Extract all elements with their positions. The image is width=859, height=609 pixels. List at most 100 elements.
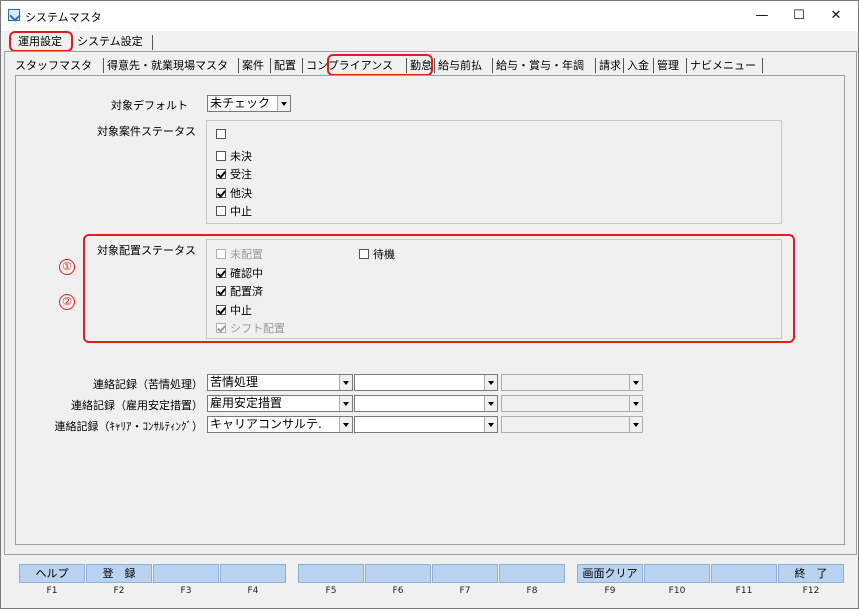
function-key-f3-button[interactable] — [153, 564, 219, 583]
sub-tab-8[interactable]: 給与・賞与・年調 — [496, 57, 584, 75]
contact-record-label: 連絡記録（雇用安定措置） — [71, 399, 203, 412]
close-button[interactable]: ✕ — [816, 3, 856, 29]
highlight-compliance-tab — [327, 54, 433, 76]
tab-divider — [103, 58, 104, 73]
function-key-f2-button[interactable]: 登 録 — [86, 564, 152, 583]
checkbox-label: 未決 — [230, 149, 252, 163]
function-key-f7-button[interactable] — [432, 564, 498, 583]
contact-record-select-1[interactable]: 雇用安定措置 — [207, 395, 353, 412]
case-status-checkbox[interactable]: 他決 — [216, 185, 252, 201]
chevron-down-icon — [277, 96, 290, 111]
sub-tab-7[interactable]: 給与前払 — [438, 57, 482, 75]
contact-record-select-1[interactable]: 苦情処理 — [207, 374, 353, 391]
select-value: 雇用安定措置 — [210, 396, 283, 410]
chevron-down-icon — [629, 396, 642, 411]
window-title: システムマスタ — [25, 11, 102, 24]
chevron-down-icon — [484, 396, 497, 411]
tab-divider — [653, 58, 654, 73]
contact-record-select-2[interactable] — [354, 374, 498, 391]
annotation-marker-2: ② — [59, 294, 75, 310]
case-status-label: 対象案件ステータス — [97, 125, 196, 138]
contact-record-select-2[interactable] — [354, 416, 498, 433]
tab-divider — [270, 58, 271, 73]
highlight-top-tab — [9, 31, 73, 52]
chevron-down-icon — [339, 396, 352, 411]
chevron-down-icon — [629, 375, 642, 390]
function-key-f1-button[interactable]: ヘルプ — [19, 564, 85, 583]
case-status-group — [206, 120, 782, 224]
sub-tab-1[interactable]: スタッフマスタ — [15, 57, 92, 75]
tab-divider — [595, 58, 596, 73]
case-status-checkbox[interactable]: 中止 — [216, 203, 252, 219]
select-value: 苦情処理 — [210, 375, 259, 389]
tab-divider — [686, 58, 687, 73]
target-default-value: 未チェック — [210, 96, 271, 110]
case-status-checkbox[interactable] — [216, 129, 230, 139]
checkbox-box — [216, 187, 226, 198]
sub-tab-4[interactable]: 配置 — [274, 57, 296, 75]
title-bar: システムマスタ — ☐ ✕ — [1, 1, 858, 31]
checkbox-label: 受注 — [230, 168, 252, 181]
minimize-button[interactable]: — — [742, 3, 782, 29]
function-key-label: F12 — [802, 586, 820, 596]
function-key-f12-button[interactable]: 終 了 — [778, 564, 844, 583]
chevron-down-icon — [629, 417, 642, 432]
tab-divider — [434, 58, 435, 73]
contact-record-select-3 — [501, 374, 643, 391]
tab-divider — [762, 58, 763, 73]
contact-record-select-3 — [501, 416, 643, 433]
contact-record-select-2[interactable] — [354, 395, 498, 412]
contact-record-label: 連絡記録（苦情処理） — [93, 378, 203, 391]
annotation-marker-1: ① — [59, 259, 75, 275]
function-key-f5-button[interactable] — [298, 564, 364, 583]
sub-tab-3[interactable]: 案件 — [242, 57, 264, 75]
function-key-f9-button[interactable]: 画面クリア — [577, 564, 643, 583]
function-key-f4-button[interactable] — [220, 564, 286, 583]
function-key-label: F7 — [459, 586, 471, 596]
function-key-label: F6 — [392, 586, 404, 596]
function-key-f10-button[interactable] — [644, 564, 710, 583]
function-key-label: F8 — [526, 586, 538, 596]
target-default-label: 対象デフォルト — [111, 99, 188, 112]
select-value: キャリアコンサルテ. — [210, 417, 322, 431]
tab-divider — [492, 58, 493, 73]
function-key-f8-button[interactable] — [499, 564, 565, 583]
sub-tab-11[interactable]: 管理 — [657, 57, 679, 75]
case-status-checkbox[interactable]: 未決 — [216, 148, 252, 164]
checkbox-box — [216, 129, 226, 139]
sub-tab-2[interactable]: 得意先・就業現場マスタ — [107, 57, 228, 75]
function-key-f11-button[interactable] — [711, 564, 777, 583]
function-key-label: F5 — [325, 586, 337, 596]
chevron-down-icon — [484, 375, 497, 390]
function-key-label: F3 — [180, 586, 192, 596]
function-key-label: F9 — [604, 586, 616, 596]
top-tab-bar: 運用設定 システム設定 — [1, 31, 858, 51]
function-key-f6-button[interactable] — [365, 564, 431, 583]
chevron-down-icon — [339, 375, 352, 390]
sub-tab-10[interactable]: 入金 — [627, 57, 649, 75]
sub-tab-9[interactable]: 請求 — [599, 57, 621, 75]
chevron-down-icon — [339, 417, 352, 432]
function-key-label: F11 — [735, 586, 753, 596]
function-key-label: F2 — [113, 586, 125, 596]
target-default-select[interactable]: 未チェック — [207, 95, 291, 112]
tab-system-settings[interactable]: システム設定 — [74, 34, 146, 51]
app-icon — [8, 9, 20, 21]
contact-record-select-1[interactable]: キャリアコンサルテ. — [207, 416, 353, 433]
contact-record-label: 連絡記録（ｷｬﾘｱ・ｺﾝｻﾙﾃｨﾝｸﾞ） — [54, 420, 204, 433]
contact-record-select-3 — [501, 395, 643, 412]
function-key-label: F1 — [46, 586, 58, 596]
checkbox-label: 他決 — [230, 186, 252, 200]
function-key-bar: ヘルプ F1 登 録 F2 F3 F4 F5 F6 F7 F8 画面クリア F9 F10 F11 終 了 F1… — [15, 564, 845, 600]
maximize-button[interactable]: ☐ — [779, 3, 819, 29]
sub-tab-12[interactable]: ナビメニュー — [690, 57, 756, 75]
tab-divider — [152, 35, 153, 50]
highlight-placement-status — [83, 234, 795, 343]
function-key-label: F10 — [668, 586, 686, 596]
function-key-label: F4 — [247, 586, 259, 596]
case-status-checkbox[interactable]: 受注 — [216, 166, 252, 182]
checkbox-box — [216, 169, 226, 179]
checkbox-box — [216, 150, 226, 161]
app-window: システムマスタ — ☐ ✕ 運用設定 システム設定 スタッフマスタ 得意先・就業現… — [0, 0, 859, 609]
checkbox-label: 中止 — [230, 205, 252, 218]
